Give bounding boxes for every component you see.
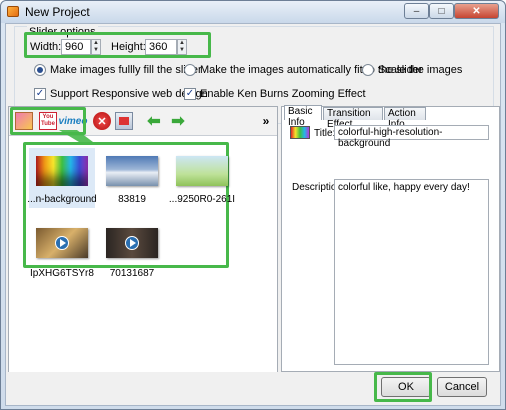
cancel-button[interactable]: Cancel [437, 377, 487, 397]
thumbnail-item[interactable]: IpXHG6TSYr8 [29, 222, 95, 282]
media-toolbar: You Tube vimeo ✕ ⬅ ➡ » [9, 107, 277, 136]
title-thumbnail-icon [290, 126, 310, 139]
title-label: Title: [314, 128, 336, 139]
properties-pane: Basic Info Transition Effect Action Info… [281, 105, 500, 372]
edit-button[interactable] [115, 112, 133, 130]
thumbnail-image [106, 156, 158, 186]
new-project-window: New Project – □ ✕ Slider options Width: … [0, 0, 506, 410]
thumbnail-item[interactable]: 83819 [99, 148, 165, 208]
dialog-body: Slider options Width: 960 ▲ ▼ Height: 36… [5, 23, 501, 406]
description-textarea[interactable]: colorful like, happy every day! [334, 179, 489, 365]
title-input[interactable]: colorful-high-resolution-background [334, 125, 489, 149]
tab-transition-effect[interactable]: Transition Effect [323, 107, 383, 130]
fill-mode-radio-fill[interactable] [34, 64, 46, 76]
fill-mode-label-scale: Scale the images [378, 64, 463, 76]
edit-image-icon [119, 117, 129, 125]
window-title: New Project [25, 5, 90, 19]
thumbnail-list[interactable]: ...n-background 83819 ...9250R0-261I IpX… [9, 130, 277, 372]
fill-mode-radio-fit[interactable] [184, 64, 196, 76]
play-icon [55, 236, 69, 250]
fill-mode-label-fill: Make images fullly fill the slider [50, 64, 202, 76]
thumbnail-image [36, 156, 88, 186]
media-pane: You Tube vimeo ✕ ⬅ ➡ » ...n-background 8… [8, 106, 278, 372]
arrow-left-icon: ⬅ [147, 113, 161, 130]
move-left-button[interactable]: ⬅ [145, 112, 163, 130]
chevron-double-right-icon: » [262, 114, 270, 128]
thumbnail-image [106, 228, 158, 258]
thumbnail-caption: ...n-background [27, 194, 97, 205]
thumbnail-item[interactable]: ...9250R0-261I [169, 148, 235, 208]
ok-highlight [374, 372, 432, 402]
thumbnail-caption: 70131687 [109, 268, 155, 279]
maximize-button[interactable]: □ [429, 3, 454, 19]
close-button[interactable]: ✕ [454, 3, 499, 19]
thumbnail-caption: IpXHG6TSYr8 [30, 268, 94, 279]
fill-mode-radio-scale[interactable] [362, 64, 374, 76]
thumbnail-image [36, 228, 88, 258]
thumbnail-item[interactable]: 70131687 [99, 222, 165, 282]
move-right-button[interactable]: ➡ [169, 112, 187, 130]
close-icon: ✕ [472, 5, 481, 17]
responsive-checkbox[interactable]: ✓ [34, 88, 46, 100]
minimize-icon: – [413, 5, 420, 17]
thumbnail-image [176, 156, 228, 186]
ken-burns-label: Enable Ken Burns Zooming Effect [200, 88, 366, 100]
title-bar[interactable]: New Project – □ ✕ [1, 1, 505, 23]
minimize-button[interactable]: – [404, 3, 429, 19]
maximize-icon: □ [438, 5, 445, 17]
more-tools-button[interactable]: » [257, 112, 275, 130]
delete-icon: ✕ [97, 115, 107, 128]
ken-burns-checkbox[interactable]: ✓ [184, 88, 196, 100]
play-icon [125, 236, 139, 250]
size-highlight [24, 32, 211, 58]
tab-action-info[interactable]: Action Info [384, 107, 426, 130]
arrow-right-icon: ➡ [171, 113, 185, 130]
tab-basic-info[interactable]: Basic Info [284, 105, 322, 128]
thumbnail-caption: 83819 [118, 194, 146, 205]
delete-button[interactable]: ✕ [93, 112, 111, 130]
thumbnail-item[interactable]: ...n-background [27, 148, 97, 208]
app-icon [7, 6, 19, 17]
thumbnail-caption: ...9250R0-261I [168, 194, 236, 205]
